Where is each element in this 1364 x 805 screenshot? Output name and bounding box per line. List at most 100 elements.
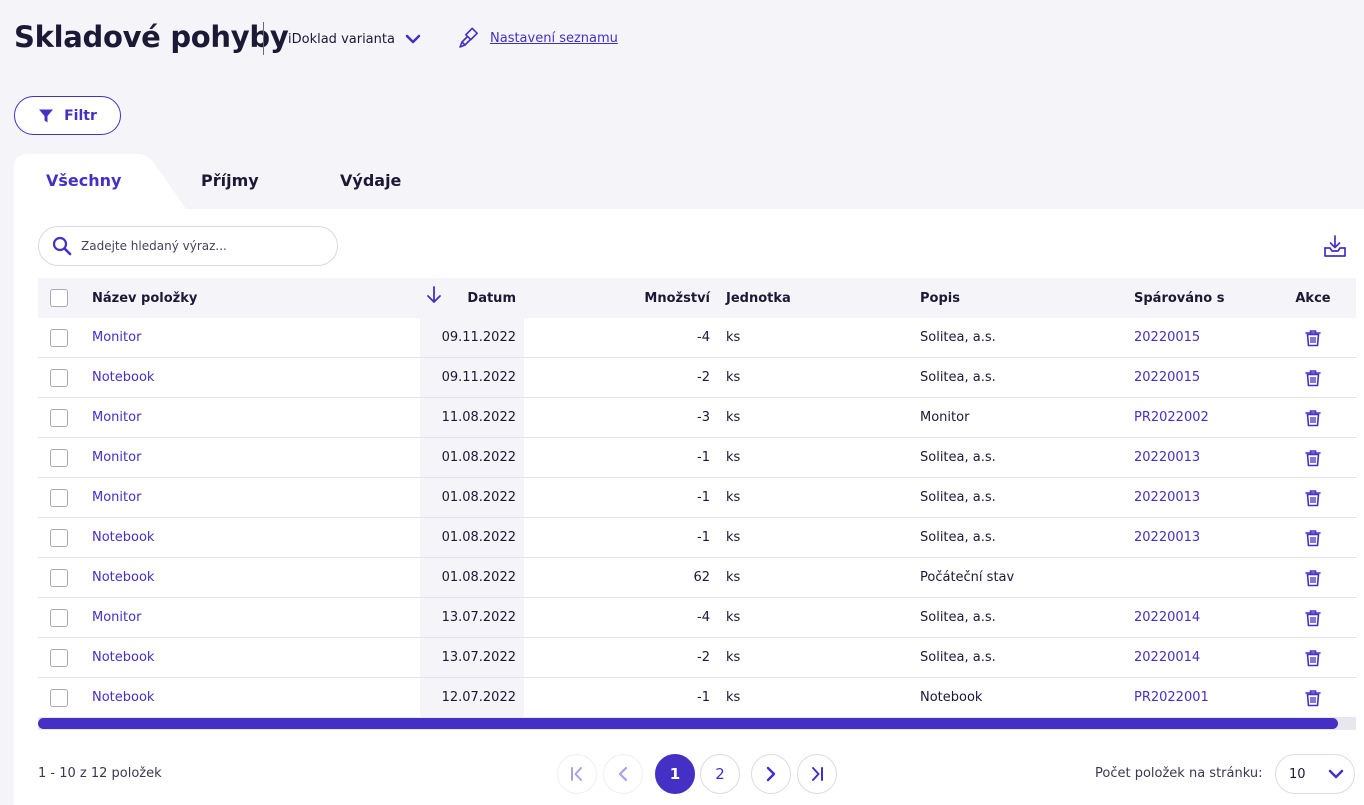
item-name-link[interactable]: Notebook <box>92 678 154 717</box>
item-name-link[interactable]: Notebook <box>92 558 154 597</box>
column-header-desc[interactable]: Popis <box>920 278 960 318</box>
item-desc: Počáteční stav <box>920 570 1015 585</box>
delete-button[interactable] <box>1288 598 1338 637</box>
item-paired-link[interactable]: 20220014 <box>1134 598 1200 637</box>
item-name-link[interactable]: Monitor <box>92 398 141 437</box>
column-header-qty[interactable]: Množství <box>578 278 710 318</box>
column-header-date[interactable]: Datum <box>420 278 524 318</box>
horizontal-scrollbar-thumb[interactable] <box>38 718 1338 729</box>
first-page-button[interactable] <box>557 754 597 794</box>
item-name-link[interactable]: Notebook <box>92 518 154 557</box>
item-paired-link[interactable]: 20220015 <box>1134 318 1200 357</box>
page-button-1[interactable]: 1 <box>655 754 695 794</box>
select-all-checkbox[interactable] <box>50 289 68 307</box>
row-checkbox[interactable] <box>50 688 68 707</box>
delete-button[interactable] <box>1288 358 1338 397</box>
tab-vydaje[interactable]: Výdaje <box>340 171 401 190</box>
search-box[interactable] <box>38 226 338 266</box>
item-paired-link[interactable]: PR2022001 <box>1134 678 1209 717</box>
item-unit: ks <box>726 490 741 505</box>
item-paired-link[interactable]: 20220015 <box>1134 358 1200 397</box>
row-checkbox[interactable] <box>50 568 68 587</box>
page-title: Skladové pohyby <box>14 20 289 54</box>
row-checkbox[interactable] <box>50 408 68 427</box>
table-row: Monitor 11.08.2022 -3 ks Monitor PR2022002 <box>38 398 1356 438</box>
table-body: Monitor 09.11.2022 -4 ks Solitea, a.s. 202200… <box>38 318 1356 718</box>
prev-page-button[interactable] <box>603 754 643 794</box>
item-qty: -2 <box>697 370 710 385</box>
first-page-icon <box>571 767 582 781</box>
item-date: 12.07.2022 <box>420 678 524 717</box>
per-page-select[interactable]: 10 <box>1275 754 1355 794</box>
item-paired-link[interactable]: PR2022002 <box>1134 398 1209 437</box>
delete-button[interactable] <box>1288 558 1338 597</box>
tab-prijmy[interactable]: Příjmy <box>201 171 259 190</box>
row-checkbox[interactable] <box>50 368 68 387</box>
prev-page-icon <box>618 766 628 782</box>
item-unit: ks <box>726 370 741 385</box>
delete-button[interactable] <box>1288 318 1338 357</box>
column-header-actions: Akce <box>1295 290 1331 306</box>
item-desc: Solitea, a.s. <box>920 450 996 465</box>
per-page-value: 10 <box>1289 766 1306 782</box>
item-paired-link[interactable]: 20220013 <box>1134 438 1200 477</box>
header-divider <box>263 22 264 55</box>
row-checkbox[interactable] <box>50 528 68 547</box>
trash-icon <box>1305 689 1321 706</box>
delete-button[interactable] <box>1288 438 1338 477</box>
row-checkbox[interactable] <box>50 488 68 507</box>
item-desc: Monitor <box>920 410 970 425</box>
download-icon[interactable] <box>1323 234 1347 258</box>
item-paired-link[interactable]: 20220014 <box>1134 638 1200 677</box>
table-row: Notebook 12.07.2022 -1 ks Notebook PR2022001 <box>38 678 1356 718</box>
delete-button[interactable] <box>1288 638 1338 677</box>
item-qty: 62 <box>693 570 710 585</box>
item-date: 13.07.2022 <box>420 598 524 637</box>
trash-icon <box>1305 409 1321 426</box>
row-checkbox[interactable] <box>50 608 68 627</box>
list-settings-link[interactable]: Nastavení seznamu <box>458 27 618 49</box>
filter-button[interactable]: Filtr <box>14 96 121 135</box>
last-page-button[interactable] <box>797 754 837 794</box>
column-header-unit[interactable]: Jednotka <box>726 278 791 318</box>
item-paired-link[interactable]: 20220013 <box>1134 478 1200 517</box>
column-header-name[interactable]: Název položky <box>92 278 197 318</box>
table-row: Monitor 09.11.2022 -4 ks Solitea, a.s. 202200… <box>38 318 1356 358</box>
search-input[interactable] <box>81 239 321 253</box>
item-qty: -4 <box>697 330 710 345</box>
item-name-link[interactable]: Monitor <box>92 438 141 477</box>
chevron-down-icon <box>405 34 421 44</box>
variant-label: iDoklad varianta <box>288 31 395 47</box>
variant-selector[interactable]: iDoklad varianta <box>288 30 421 48</box>
page-button-2[interactable]: 2 <box>700 754 740 794</box>
item-name-link[interactable]: Monitor <box>92 598 141 637</box>
column-header-paired[interactable]: Spárováno s <box>1134 278 1224 318</box>
item-date: 13.07.2022 <box>420 638 524 677</box>
next-page-button[interactable] <box>751 754 791 794</box>
table-row: Notebook 01.08.2022 62 ks Počáteční stav <box>38 558 1356 598</box>
delete-button[interactable] <box>1288 518 1338 557</box>
tab-vsechny[interactable]: Všechny <box>46 171 121 190</box>
row-checkbox[interactable] <box>50 648 68 667</box>
delete-button[interactable] <box>1288 678 1338 717</box>
item-paired-link[interactable]: 20220013 <box>1134 518 1200 557</box>
row-checkbox[interactable] <box>50 448 68 467</box>
delete-button[interactable] <box>1288 398 1338 437</box>
item-date: 01.08.2022 <box>420 518 524 557</box>
item-date: 01.08.2022 <box>420 558 524 597</box>
item-name-link[interactable]: Notebook <box>92 638 154 677</box>
item-desc: Solitea, a.s. <box>920 330 996 345</box>
row-checkbox[interactable] <box>50 328 68 347</box>
table-row: Notebook 01.08.2022 -1 ks Solitea, a.s. 20220… <box>38 518 1356 558</box>
trash-icon <box>1305 569 1321 586</box>
item-unit: ks <box>726 530 741 545</box>
item-name-link[interactable]: Monitor <box>92 318 141 357</box>
list-settings-label: Nastavení seznamu <box>490 30 618 46</box>
delete-button[interactable] <box>1288 478 1338 517</box>
chevron-down-icon <box>1328 769 1343 779</box>
item-name-link[interactable]: Notebook <box>92 358 154 397</box>
item-unit: ks <box>726 570 741 585</box>
item-qty: -3 <box>697 410 710 425</box>
item-date: 01.08.2022 <box>420 478 524 517</box>
item-name-link[interactable]: Monitor <box>92 478 141 517</box>
